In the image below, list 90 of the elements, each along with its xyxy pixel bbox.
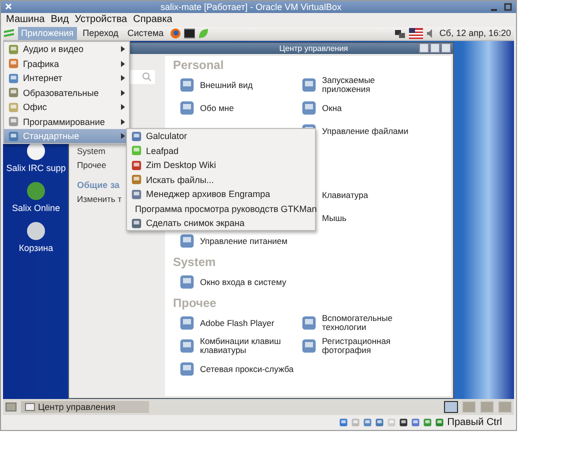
settings-app-icon <box>179 100 195 116</box>
applet-label[interactable]: Окна <box>322 104 422 113</box>
menu-item[interactable]: Машина <box>6 14 45 26</box>
applet-label[interactable]: Комбинации клавиш клавиатуры <box>200 337 300 356</box>
window-title: salix-mate [Работает] - Oracle VM VirtualBox <box>160 2 342 12</box>
sidebar-heading: Общие за <box>77 180 120 190</box>
applet-label[interactable]: Adobe Flash Player <box>200 318 300 328</box>
settings-app-icon <box>179 361 195 378</box>
applet-label[interactable]: Внешний вид <box>200 80 300 90</box>
menu-item[interactable]: Искать файлы... <box>127 172 315 187</box>
window-icon <box>25 403 35 412</box>
caret-icon <box>121 46 125 52</box>
settings-app-icon <box>179 77 195 94</box>
menu-item[interactable]: Устройства <box>74 14 128 26</box>
network-icon[interactable] <box>394 28 406 39</box>
category-icon <box>8 102 19 113</box>
menu-item[interactable]: Программа просмотра руководств GTKMan <box>127 201 315 216</box>
category-icon <box>8 72 19 84</box>
applet-label[interactable]: Управление файлами <box>322 126 422 136</box>
maximize-icon[interactable] <box>504 2 512 11</box>
taskbar-button[interactable]: Центр управления <box>21 401 149 414</box>
window-title: Центр управления <box>279 44 348 53</box>
settings-app-icon <box>301 77 317 94</box>
close-icon[interactable] <box>5 3 12 10</box>
desktop-icon-label[interactable]: Корзина <box>18 242 54 253</box>
section-heading: System <box>173 254 217 271</box>
settings-app-icon <box>301 315 317 332</box>
sidebar-item[interactable]: Прочее <box>77 160 106 170</box>
menu-item[interactable]: Leafpad <box>127 143 315 158</box>
menu-item[interactable]: Офис <box>4 100 129 114</box>
desktop-icon-label[interactable]: Salix Online <box>12 202 60 213</box>
applet-label[interactable]: Обо мне <box>200 104 300 113</box>
search-icon <box>142 72 151 82</box>
menu-item[interactable]: Интернет <box>4 70 129 86</box>
browser-icon[interactable] <box>170 28 181 39</box>
applet-label[interactable]: Запускаемые приложения <box>322 76 422 94</box>
category-icon <box>8 130 19 142</box>
settings-app-icon <box>301 100 317 116</box>
clock[interactable]: Сб, 12 апр, 16:20 <box>439 28 514 38</box>
desktop-icon[interactable] <box>26 220 46 241</box>
menu-item[interactable]: Справка <box>133 14 172 26</box>
settings-app-icon <box>179 315 195 332</box>
menu-item[interactable]: Менеджер архивов Engrampa <box>127 186 315 202</box>
applet-label[interactable]: Сетевая прокси-служба <box>200 364 300 374</box>
menu-item[interactable]: Графика <box>4 56 129 71</box>
caret-icon <box>121 104 125 110</box>
logo-icon <box>3 28 15 38</box>
menu-item[interactable]: Программирование <box>4 114 129 129</box>
sidebar-item[interactable]: Изменить т <box>77 194 122 204</box>
panel-menu[interactable]: Система <box>124 26 167 40</box>
applet-label[interactable]: Клавиатура <box>322 190 422 200</box>
category-icon <box>8 87 19 98</box>
caret-icon <box>121 60 125 67</box>
settings-app-icon <box>179 338 195 354</box>
task-label: Центр управления <box>38 402 116 412</box>
settings-app-icon <box>179 274 195 290</box>
menu-item[interactable]: Вид <box>50 14 69 26</box>
section-heading: Прочее <box>173 294 218 312</box>
caret-icon <box>121 75 125 82</box>
section-heading: Personal <box>173 56 225 74</box>
menu-item[interactable]: Аудио и видео <box>4 42 129 56</box>
category-icon <box>8 58 19 70</box>
caret-icon <box>121 90 125 96</box>
caret-icon <box>121 118 125 125</box>
app-icon <box>131 188 142 200</box>
flag-icon[interactable] <box>409 28 424 39</box>
show-desktop-icon[interactable] <box>5 402 17 412</box>
app-icon <box>131 160 142 171</box>
workspace-button[interactable] <box>444 401 458 414</box>
applet-label[interactable]: Регистрационная фотография <box>322 337 422 356</box>
app-icon <box>131 174 142 186</box>
menu-item[interactable]: Galculator <box>127 128 315 144</box>
applet-label[interactable]: Управление питанием <box>200 236 300 246</box>
app-icon <box>131 130 142 142</box>
settings-app-icon <box>301 338 317 354</box>
app-icon <box>131 145 142 156</box>
applet-label[interactable]: Мышь <box>322 214 422 223</box>
category-icon <box>8 44 19 55</box>
host-key-label: Правый Ctrl <box>447 417 502 428</box>
category-icon <box>8 116 19 128</box>
menu-item[interactable]: Сделать снимок экрана <box>127 216 315 230</box>
desktop-icon-label[interactable]: Salix IRC supp <box>6 162 66 173</box>
panel-menu[interactable]: Переход <box>80 26 122 40</box>
applet-label[interactable]: Вспомогательные технологии <box>322 314 422 332</box>
app-icon <box>131 218 142 229</box>
menu-item[interactable]: Образовательные <box>4 85 129 100</box>
applet-label[interactable]: Окно входа в систему <box>200 278 300 287</box>
settings-app-icon <box>179 233 195 250</box>
sidebar-item[interactable]: System <box>77 146 106 156</box>
menu-item[interactable]: Zim Desktop Wiki <box>127 158 315 172</box>
